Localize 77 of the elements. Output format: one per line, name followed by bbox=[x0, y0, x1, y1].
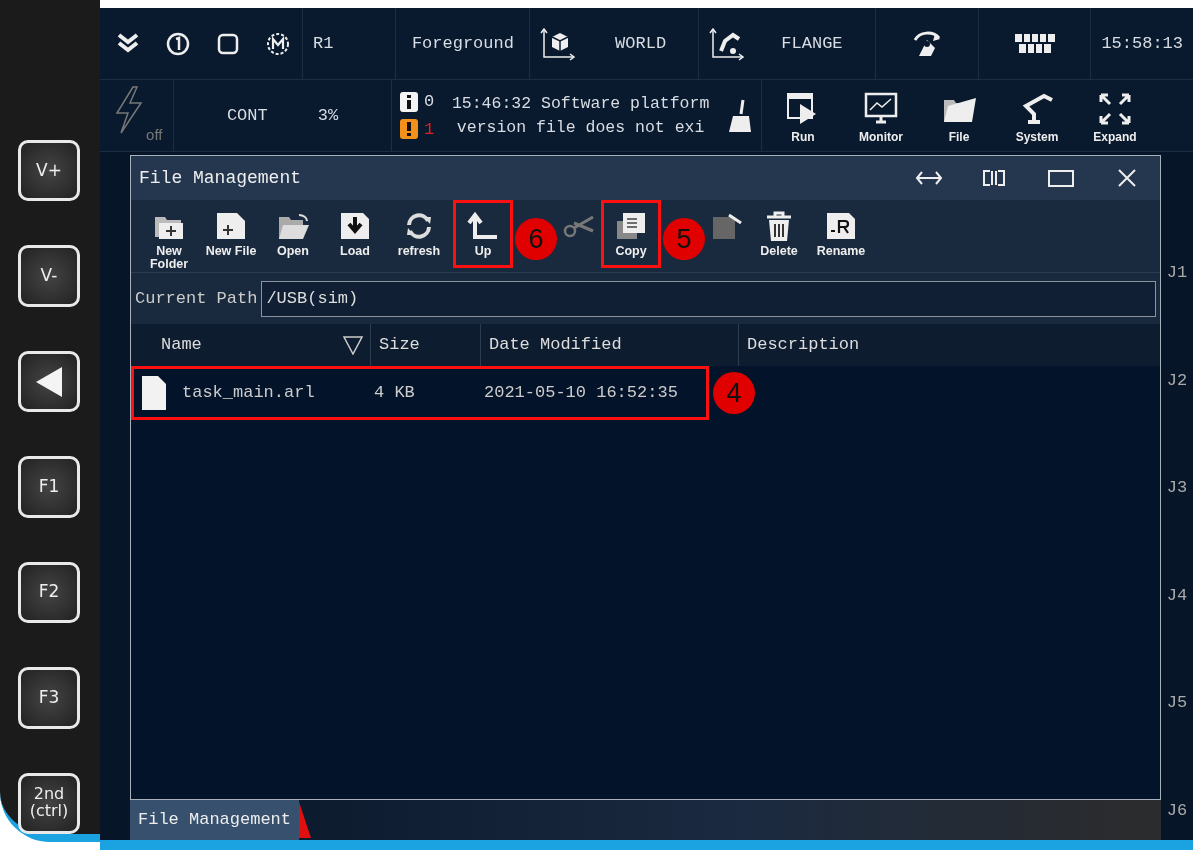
column-header[interactable]: Size bbox=[371, 324, 481, 366]
toolbar-button[interactable]: New Folder bbox=[139, 200, 199, 268]
run-mode-value: CONT bbox=[226, 104, 268, 127]
status-message: 15:46:32 Software platform version file does not exi bbox=[451, 93, 710, 139]
back-triangle-icon bbox=[34, 364, 64, 399]
keyboard-icon[interactable] bbox=[1013, 32, 1056, 55]
power-off-indicator[interactable]: off bbox=[110, 84, 163, 147]
document-arrow-icon bbox=[711, 211, 743, 241]
file-name: task_main.arl bbox=[182, 382, 316, 405]
dashed-circle-m-icon[interactable] bbox=[266, 31, 290, 56]
cycle-one-icon[interactable] bbox=[166, 31, 190, 56]
toolbar-button[interactable]: Load bbox=[325, 200, 385, 268]
hardware-key[interactable]: V- bbox=[18, 245, 80, 307]
file-size: 4 KB bbox=[374, 382, 416, 405]
nav-button[interactable]: Run bbox=[766, 85, 840, 146]
toolbar-button[interactable]: refresh bbox=[387, 200, 451, 268]
column-header[interactable]: Name bbox=[131, 324, 371, 366]
window-title: File Management bbox=[139, 166, 303, 190]
axis-label: J1 bbox=[1166, 262, 1188, 284]
toolbar-button[interactable]: Up bbox=[453, 200, 513, 268]
up-arrow-icon bbox=[467, 211, 499, 241]
taskbar-tab[interactable]: File Management bbox=[130, 800, 300, 840]
toolbar-button[interactable]: Delete bbox=[749, 200, 809, 268]
info-icon bbox=[400, 91, 418, 112]
monitor-chart-icon bbox=[864, 91, 898, 126]
file-plus-icon bbox=[215, 211, 247, 241]
broom-icon[interactable] bbox=[727, 97, 753, 134]
nav-button[interactable]: Monitor bbox=[844, 85, 918, 146]
cube-axes-icon bbox=[540, 26, 577, 61]
hardware-key[interactable]: F3 bbox=[18, 667, 80, 729]
axis-label: J3 bbox=[1166, 477, 1188, 499]
robot-arm-axes-icon bbox=[709, 26, 746, 61]
callout-marker: 5 bbox=[663, 218, 705, 260]
copy-documents-icon bbox=[615, 211, 647, 241]
download-file-icon bbox=[339, 211, 371, 241]
toolbar-button[interactable]: Open bbox=[263, 200, 323, 268]
path-label: Current Path bbox=[135, 287, 258, 310]
column-header[interactable]: Description bbox=[739, 324, 1161, 366]
robot-arm-icon bbox=[1020, 91, 1054, 126]
open-folder-icon bbox=[277, 211, 309, 241]
sort-triangle-icon bbox=[342, 335, 364, 355]
maximize-icon bbox=[1047, 167, 1076, 189]
callout-marker: 6 bbox=[515, 218, 557, 260]
rename-file-icon bbox=[825, 211, 857, 241]
hardware-key[interactable]: F2 bbox=[18, 561, 80, 624]
nav-button[interactable]: Expand bbox=[1078, 85, 1152, 146]
column-header[interactable]: Date Modified bbox=[481, 324, 739, 366]
nav-button[interactable]: System bbox=[1000, 85, 1074, 146]
axis-label: J2 bbox=[1166, 369, 1188, 392]
speed-percent: 3% bbox=[317, 104, 339, 127]
hardware-key[interactable]: V+ bbox=[18, 140, 80, 202]
callout-marker: 4 bbox=[713, 372, 755, 414]
axis-label: J4 bbox=[1166, 584, 1188, 607]
tool-frame-label[interactable]: FLANGE bbox=[781, 30, 865, 57]
toolbar-button[interactable]: Rename bbox=[811, 200, 871, 268]
power-state-label: off bbox=[146, 125, 163, 145]
robot-name: R1 bbox=[313, 32, 334, 55]
toolbar-button[interactable]: New File bbox=[201, 200, 261, 268]
file-date: 2021-05-10 16:52:35 bbox=[484, 382, 678, 405]
info-count: 0 bbox=[424, 91, 435, 113]
hardware-key[interactable]: 2nd (ctrl) bbox=[18, 772, 80, 834]
axis-label: J6 bbox=[1166, 799, 1188, 822]
axis-label: J5 bbox=[1166, 692, 1188, 714]
warning-count: 1 bbox=[424, 118, 435, 141]
file-row[interactable]: task_main.arl 4 KB 2021-05-10 16:52:35 bbox=[131, 366, 709, 420]
path-field[interactable]: /USB(sim) bbox=[261, 280, 1157, 317]
warning-icon bbox=[400, 119, 418, 140]
hardware-key[interactable]: F1 bbox=[18, 456, 80, 518]
expand-icon bbox=[1098, 91, 1132, 126]
nav-button[interactable]: File bbox=[922, 85, 996, 146]
document-icon bbox=[140, 375, 168, 411]
back-key[interactable] bbox=[18, 350, 80, 413]
toolbar-button[interactable]: Copy bbox=[601, 200, 661, 268]
run-mode-label: Foreground bbox=[411, 32, 514, 55]
clock-time: 15:58:13 bbox=[1101, 32, 1183, 55]
coordinate-frame-label[interactable]: WORLD bbox=[615, 30, 689, 57]
square-icon[interactable] bbox=[216, 31, 240, 56]
